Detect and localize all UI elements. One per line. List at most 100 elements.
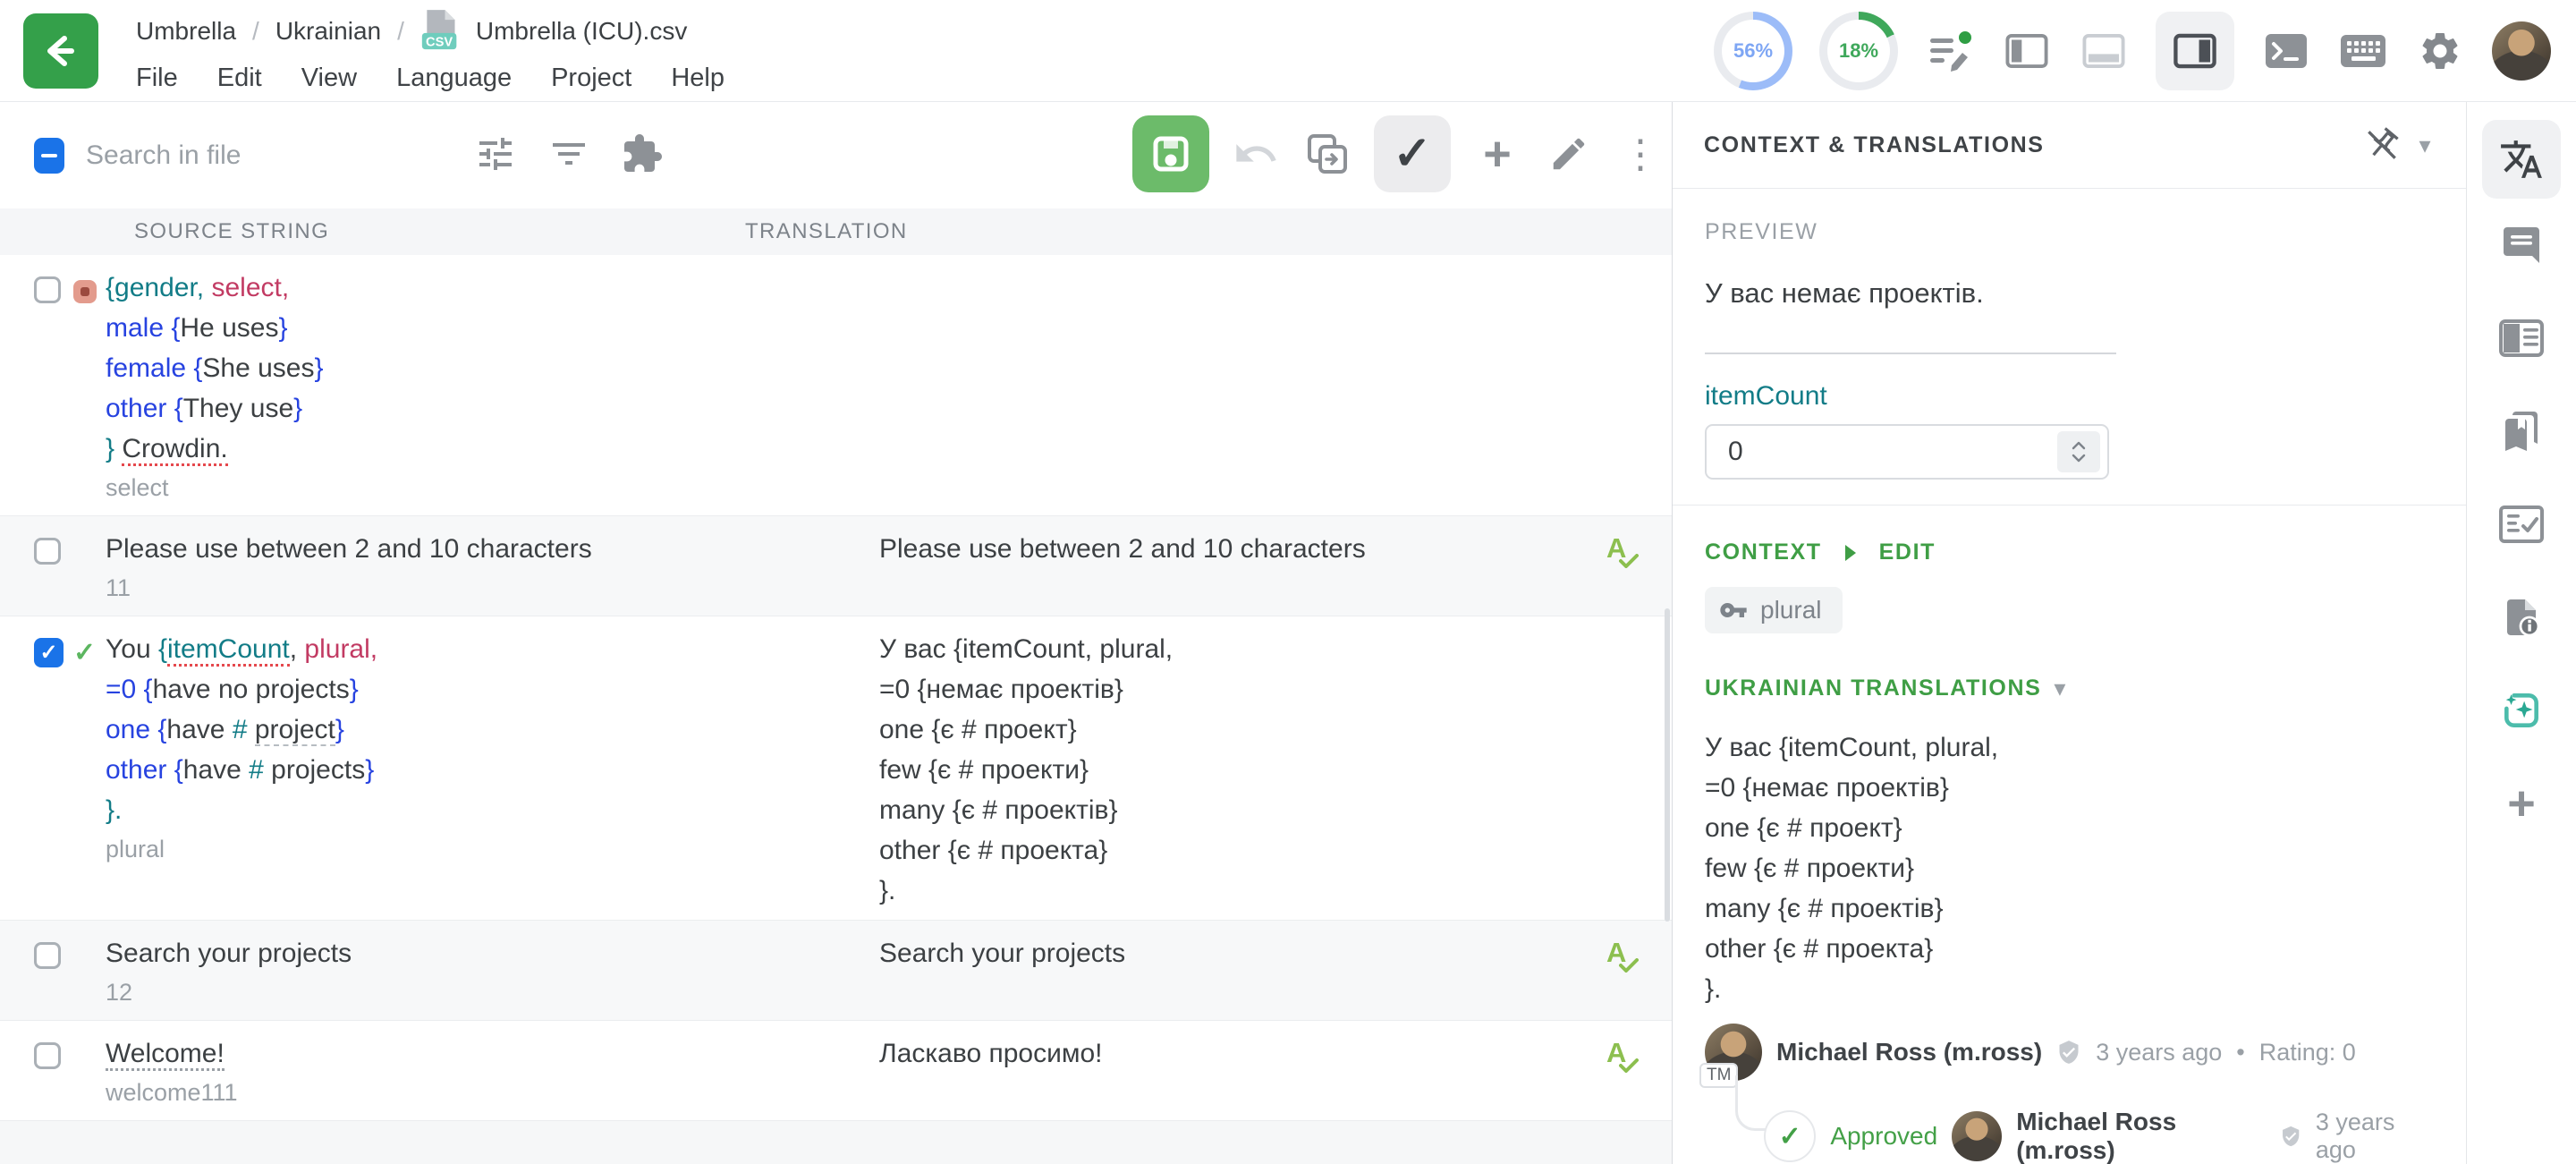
- settings-gear-icon[interactable]: [2415, 26, 2465, 76]
- menu-bar: File Edit View Language Project Help: [136, 64, 724, 93]
- qa-check-passed-icon[interactable]: A: [1606, 937, 1646, 980]
- editor-toolbar: ✓ + ⋮: [0, 102, 1672, 208]
- table-row[interactable]: Search your projects12 Search your proje…: [0, 921, 1672, 1021]
- tune-filters-icon[interactable]: [472, 131, 519, 177]
- menu-edit[interactable]: Edit: [217, 64, 262, 93]
- rail-comments-tab[interactable]: [2482, 206, 2561, 285]
- author-avatar[interactable]: TM: [1705, 1024, 1762, 1081]
- approver-avatar[interactable]: [1952, 1111, 2002, 1161]
- string-key: select: [106, 469, 875, 506]
- back-button[interactable]: [23, 13, 98, 89]
- plugins-puzzle-icon[interactable]: [619, 131, 665, 177]
- translate-icon: [2499, 137, 2544, 182]
- breadcrumb-file[interactable]: Umbrella (ICU).csv: [476, 17, 687, 46]
- layout-left-panel-icon[interactable]: [2002, 26, 2052, 76]
- qa-check-passed-icon[interactable]: A: [1606, 532, 1646, 575]
- translation-author-row[interactable]: TM Michael Ross (m.ross) 3 years ago • R…: [1705, 1024, 2434, 1081]
- glossary-card-icon: [2499, 319, 2544, 357]
- table-row[interactable]: Welcome!welcome111 Ласкаво просимо! A: [0, 1021, 1672, 1121]
- context-translations-panel: CONTEXT & TRANSLATIONS ▾ PREVIEW: [1673, 102, 2466, 1164]
- rail-file-info-tab[interactable]: [2482, 578, 2561, 657]
- row-checkbox-checked[interactable]: ✓: [34, 638, 64, 667]
- context-label[interactable]: CONTEXT: [1705, 540, 1822, 565]
- breadcrumb-language[interactable]: Ukrainian: [275, 17, 381, 46]
- undo-button[interactable]: [1231, 129, 1281, 179]
- layout-right-panel-icon-active[interactable]: [2156, 12, 2234, 90]
- author-name[interactable]: Michael Ross (m.ross): [1776, 1038, 2042, 1066]
- side-icon-rail: +: [2466, 102, 2576, 1164]
- rail-translations-tab[interactable]: [2482, 120, 2561, 199]
- edit-string-button[interactable]: [1544, 129, 1594, 179]
- thread-connector: [1735, 1075, 1766, 1131]
- user-avatar[interactable]: [2492, 21, 2551, 81]
- file-info-icon: [2500, 596, 2543, 639]
- rail-ai-assistant-tab[interactable]: [2482, 671, 2561, 750]
- translations-header[interactable]: UKRAINIAN TRANSLATIONS: [1705, 675, 2041, 701]
- console-icon[interactable]: [2261, 26, 2311, 76]
- row-checkbox[interactable]: [34, 1042, 61, 1069]
- approval-progress-ring[interactable]: 18%: [1819, 12, 1898, 90]
- rail-tasks-tab[interactable]: [2482, 485, 2561, 564]
- more-dots-icon: ⋮: [1621, 132, 1660, 177]
- context-edit-link[interactable]: EDIT: [1879, 540, 1936, 565]
- content-area: ✓ + ⋮ SOURCE STRING TRANSLATION: [0, 102, 2576, 1164]
- approver-name[interactable]: Michael Ross (m.ross): [2016, 1108, 2265, 1164]
- scrollbar-thumb[interactable]: [1665, 608, 1670, 922]
- translations-chevron-icon[interactable]: ▾: [2054, 675, 2065, 702]
- floppy-icon: [1149, 132, 1192, 175]
- copy-source-button[interactable]: [1302, 129, 1352, 179]
- menu-language[interactable]: Language: [396, 64, 512, 93]
- tag-label: plural: [1760, 596, 1821, 624]
- approved-check-pill: ✓: [1764, 1110, 1816, 1162]
- approved-label: Approved: [1830, 1122, 1937, 1151]
- editor-main: ✓ + ⋮ SOURCE STRING TRANSLATION: [0, 102, 1673, 1164]
- approval-row[interactable]: ✓ Approved Michael Ross (m.ross) 3 years…: [1764, 1108, 2434, 1164]
- breadcrumb-separator: /: [252, 17, 259, 46]
- top-bar: Umbrella / Ukrainian / CSV Umbrella (ICU…: [0, 0, 2576, 102]
- more-options-button[interactable]: ⋮: [1615, 129, 1665, 179]
- qa-check-passed-icon[interactable]: A: [1606, 1037, 1646, 1080]
- layout-bottom-panel-icon[interactable]: [2079, 26, 2129, 76]
- top-right-icons: 56% 18%: [1714, 0, 2551, 102]
- unpin-panel-icon[interactable]: [2357, 120, 2407, 170]
- variable-value-input[interactable]: 0: [1705, 424, 2109, 480]
- table-row-selected[interactable]: ✓ ✓ You {itemCount, plural,=0 {have no p…: [0, 616, 1672, 921]
- menu-project[interactable]: Project: [551, 64, 631, 93]
- bookmarks-icon: [2500, 410, 2543, 453]
- row-checkbox[interactable]: [34, 276, 61, 303]
- translation-progress-ring[interactable]: 56%: [1714, 12, 1792, 90]
- filter-icon[interactable]: [546, 131, 592, 177]
- menu-help[interactable]: Help: [671, 64, 724, 93]
- row-checkbox[interactable]: [34, 942, 61, 969]
- row-checkbox[interactable]: [34, 538, 61, 565]
- search-input[interactable]: [86, 136, 444, 175]
- verified-shield-icon: [2280, 1125, 2301, 1148]
- number-stepper[interactable]: [2057, 431, 2100, 472]
- keyboard-shortcuts-icon[interactable]: [2338, 26, 2388, 76]
- comment-icon: [2500, 224, 2543, 267]
- select-all-checkbox[interactable]: [34, 138, 64, 174]
- rail-add-panel-button[interactable]: +: [2482, 764, 2561, 843]
- table-row[interactable]: Please use between 2 and 10 characters11…: [0, 516, 1672, 616]
- panel-collapse-chevron[interactable]: ▾: [2407, 120, 2443, 170]
- variable-value[interactable]: 0: [1707, 437, 2057, 467]
- string-key-tag[interactable]: plural: [1705, 587, 1843, 633]
- approve-check-button[interactable]: ✓: [1374, 115, 1451, 192]
- translation-rating: Rating: 0: [2259, 1039, 2356, 1066]
- menu-view[interactable]: View: [301, 64, 357, 93]
- context-expand-arrow[interactable]: [1845, 545, 1856, 561]
- string-list: {gender, select,male {He uses}female {Sh…: [0, 255, 1672, 1164]
- rail-bookmarks-tab[interactable]: [2482, 392, 2561, 471]
- translation-column-header[interactable]: TRANSLATION: [745, 219, 908, 244]
- rail-terms-tab[interactable]: [2482, 299, 2561, 378]
- menu-file[interactable]: File: [136, 64, 178, 93]
- save-button[interactable]: [1132, 115, 1209, 192]
- table-row[interactable]: {gender, select,male {He uses}female {Sh…: [0, 255, 1672, 516]
- preview-label: PREVIEW: [1705, 219, 2434, 245]
- meta-dot: •: [2236, 1039, 2244, 1066]
- translations-section: UKRAINIAN TRANSLATIONS ▾ У вас {itemCoun…: [1673, 633, 2466, 1164]
- source-string-column-header[interactable]: SOURCE STRING: [0, 219, 745, 244]
- breadcrumb-project[interactable]: Umbrella: [136, 17, 236, 46]
- activity-icon[interactable]: [1925, 26, 1975, 76]
- add-string-button[interactable]: +: [1472, 129, 1522, 179]
